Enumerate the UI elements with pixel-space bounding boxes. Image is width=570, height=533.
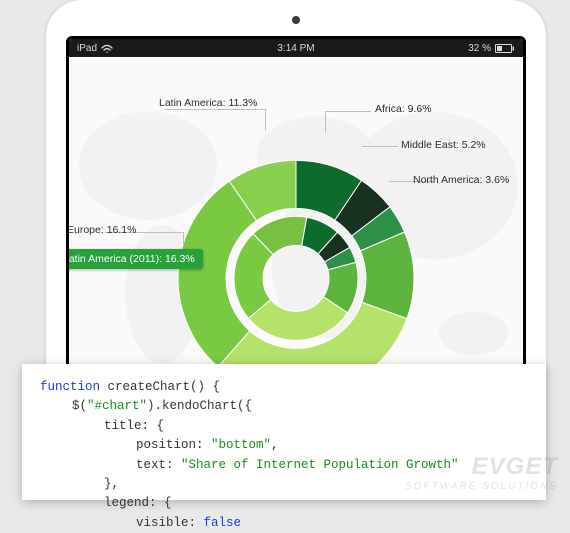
watermark-bot: SOFTWARE SOLUTIONS [405,481,558,492]
clock-label: 3:14 PM [277,43,314,54]
label-mideast: Middle East: 5.2% [401,139,486,151]
chart-tooltip: Latin America (2011): 16.3% [69,249,203,269]
carrier-label: iPad [77,43,97,54]
leader-line [265,109,266,131]
leader-line [362,146,398,147]
code-line: function createChart() { [40,378,528,397]
leader-line [183,232,184,244]
code-line: $("#chart").kendoChart({ [40,397,528,416]
watermark: EVGET SOFTWARE SOLUTIONS [405,453,558,492]
battery-icon [495,44,515,53]
leader-line [165,109,265,110]
label-europe: Europe: 16.1% [69,224,136,236]
label-africa: Africa: 9.6% [375,103,432,115]
label-namerica: North America: 3.6% [413,174,509,186]
status-bar: iPad 3:14 PM 32 % [69,39,523,57]
label-latam: Latin America: 11.3% [159,97,257,109]
code-line: legend: { [40,494,528,513]
code-line: title: { [40,417,528,436]
wifi-icon [101,44,113,53]
leader-line [325,111,371,112]
camera-icon [292,16,300,24]
leader-line [325,111,326,133]
battery-label: 32 % [468,43,491,54]
watermark-top: EVGET [405,453,558,481]
code-line: visible: false [40,514,528,533]
